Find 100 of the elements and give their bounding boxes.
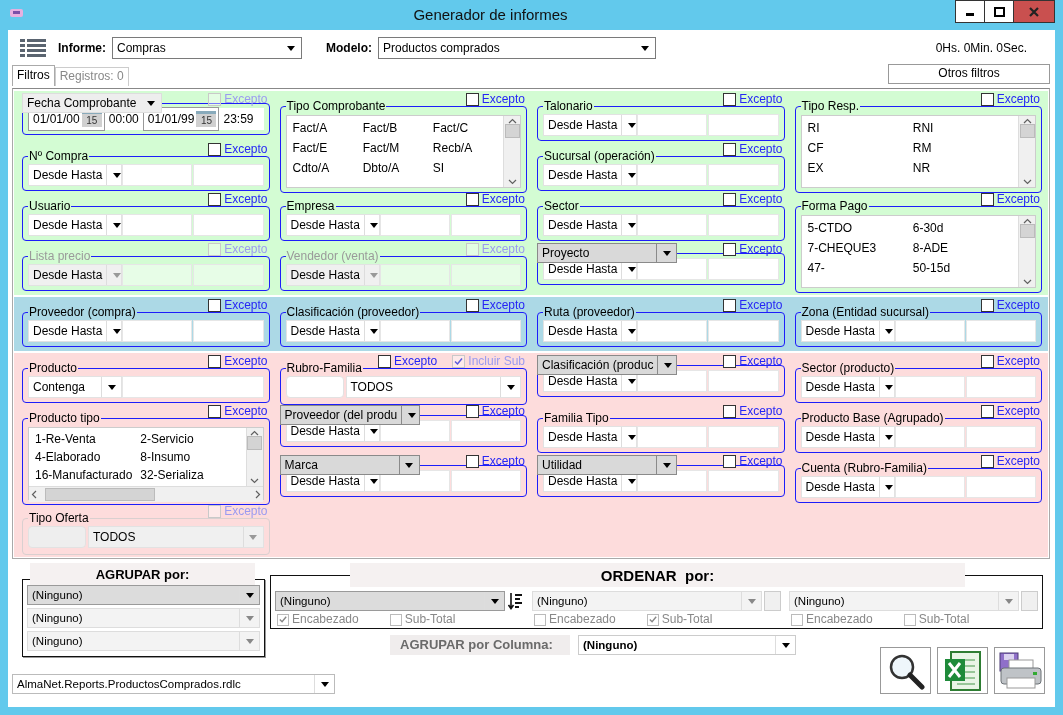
tab[interactable]: Registros: 0 xyxy=(54,67,129,86)
other-filters-button[interactable]: Otros filtros xyxy=(888,64,1050,84)
chevron-down-icon[interactable] xyxy=(250,478,259,484)
input-field[interactable] xyxy=(637,320,708,342)
mode-dropdown[interactable]: Desde Hasta xyxy=(285,320,380,342)
list-item[interactable]: Fact/B xyxy=(362,118,427,138)
chevron-up-icon[interactable] xyxy=(1022,218,1032,224)
input-field[interactable] xyxy=(708,320,779,342)
checkbox[interactable] xyxy=(208,299,222,312)
input-field[interactable] xyxy=(450,420,521,442)
input-field[interactable] xyxy=(122,376,264,398)
input-field[interactable] xyxy=(708,258,779,280)
list-item[interactable]: 47- xyxy=(807,258,907,278)
list-item[interactable]: Dbto/A xyxy=(362,158,427,178)
input-field[interactable] xyxy=(193,320,264,342)
checkbox[interactable] xyxy=(903,613,916,626)
checkbox[interactable] xyxy=(723,143,737,156)
checkbox[interactable] xyxy=(208,143,222,156)
sort-dropdown[interactable]: (Ninguno) xyxy=(275,591,505,611)
scrollbar[interactable] xyxy=(503,116,520,187)
model-dropdown[interactable]: Productos comprados xyxy=(378,37,656,59)
checkbox[interactable] xyxy=(723,455,737,468)
checkbox[interactable] xyxy=(465,405,479,418)
list-item[interactable]: SI xyxy=(432,158,497,178)
input-field[interactable] xyxy=(637,426,708,448)
mode-dropdown[interactable]: Desde Hasta xyxy=(800,476,895,498)
input-field[interactable] xyxy=(708,164,779,186)
checkbox[interactable] xyxy=(980,93,994,106)
input-field[interactable] xyxy=(193,214,264,236)
scrollbar[interactable] xyxy=(1018,216,1035,287)
time-field[interactable]: 23:59 xyxy=(219,108,264,130)
mode-dropdown[interactable]: Desde Hasta xyxy=(800,376,895,398)
chevron-up-icon[interactable] xyxy=(507,118,517,124)
scrollbar[interactable] xyxy=(245,428,263,486)
list-item[interactable]: RM xyxy=(912,138,1012,158)
list-item[interactable]: Fact/E xyxy=(292,138,357,158)
list-item[interactable]: Recb/A xyxy=(432,138,497,158)
checkbox[interactable] xyxy=(723,355,737,368)
mode-dropdown[interactable]: Desde Hasta xyxy=(543,114,637,136)
chevron-up-icon[interactable] xyxy=(1022,118,1032,124)
preview-button[interactable] xyxy=(880,647,931,694)
input-field[interactable] xyxy=(965,376,1036,398)
checkbox[interactable] xyxy=(723,299,737,312)
list-item[interactable]: 5-CTDO xyxy=(807,218,907,238)
checkbox[interactable] xyxy=(723,405,737,418)
value-dropdown[interactable]: TODOS xyxy=(345,376,521,398)
input-field[interactable] xyxy=(379,320,450,342)
checkbox[interactable] xyxy=(980,455,994,468)
report-dropdown[interactable]: Compras xyxy=(112,37,302,59)
column-group-dropdown[interactable]: (Ninguno) xyxy=(578,635,796,655)
list-item[interactable]: 6-30d xyxy=(912,218,1012,238)
list-item[interactable]: EX xyxy=(807,158,907,178)
list-item[interactable]: 7-CHEQUE3 xyxy=(807,238,907,258)
sort-dropdown[interactable]: (Ninguno) xyxy=(789,591,1019,611)
list-item[interactable]: 1-Re-Venta xyxy=(35,430,135,448)
checkbox[interactable] xyxy=(980,193,994,206)
list-item[interactable]: 32-Serializa xyxy=(140,466,240,484)
checkbox[interactable] xyxy=(389,613,402,626)
input-field[interactable] xyxy=(894,376,965,398)
chevron-down-icon[interactable] xyxy=(1022,179,1032,185)
checkbox[interactable] xyxy=(723,193,737,206)
input-field[interactable] xyxy=(708,470,779,492)
label-dropdown[interactable]: Marca xyxy=(279,455,420,475)
checkbox[interactable] xyxy=(465,93,479,106)
input-field[interactable] xyxy=(637,214,708,236)
chevron-left-icon[interactable] xyxy=(31,490,37,499)
checkbox[interactable] xyxy=(277,613,289,626)
mode-dropdown[interactable]: Desde Hasta xyxy=(28,214,122,236)
list-item[interactable]: CF xyxy=(807,138,907,158)
input-field[interactable] xyxy=(894,426,965,448)
checkbox[interactable] xyxy=(534,613,546,626)
input-field[interactable] xyxy=(637,164,708,186)
checkbox[interactable] xyxy=(980,405,994,418)
group-dropdown[interactable]: (Ninguno) xyxy=(27,608,260,628)
input-field[interactable] xyxy=(894,320,965,342)
mode-dropdown[interactable]: Desde Hasta xyxy=(285,214,380,236)
input-field[interactable] xyxy=(708,214,779,236)
label-dropdown[interactable]: Proyecto xyxy=(537,243,677,263)
print-button[interactable] xyxy=(994,647,1045,694)
list-item[interactable]: Fact/A xyxy=(292,118,357,138)
menu-icon[interactable] xyxy=(20,38,46,58)
list-item[interactable]: 16-Manufacturado xyxy=(35,466,135,484)
scrollbar[interactable] xyxy=(1018,116,1035,187)
mode-dropdown[interactable]: Desde Hasta xyxy=(543,426,637,448)
group-dropdown[interactable]: (Ninguno) xyxy=(27,631,260,651)
input-field[interactable] xyxy=(450,320,521,342)
input-field[interactable] xyxy=(122,320,193,342)
mode-dropdown[interactable]: Desde Hasta xyxy=(800,426,895,448)
mode-dropdown[interactable]: Desde Hasta xyxy=(28,320,122,342)
scrollbar-thumb[interactable] xyxy=(45,488,155,501)
scrollbar-thumb[interactable] xyxy=(1019,224,1035,238)
label-dropdown[interactable]: Clasificación (produc xyxy=(537,355,677,375)
chevron-down-icon[interactable] xyxy=(507,179,517,185)
checkbox[interactable] xyxy=(208,193,222,206)
list-item[interactable]: RI xyxy=(807,118,907,138)
input-field[interactable] xyxy=(708,114,779,136)
checkbox[interactable] xyxy=(208,355,222,368)
label-dropdown[interactable]: Proveedor (del produ xyxy=(279,405,420,425)
mode-dropdown[interactable]: Desde Hasta xyxy=(543,164,637,186)
input-field[interactable] xyxy=(708,426,779,448)
